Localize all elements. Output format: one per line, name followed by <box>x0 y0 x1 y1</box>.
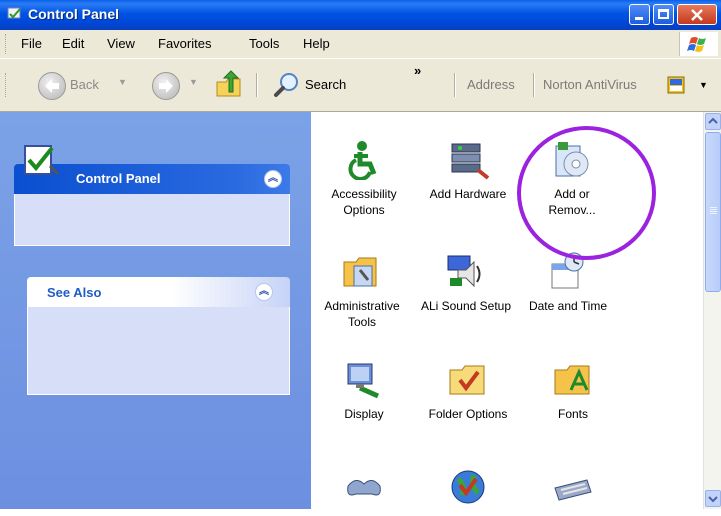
internet-options-icon <box>446 465 490 505</box>
title-bar[interactable]: Control Panel <box>0 0 721 30</box>
task-pane: Control Panel ︽ See Also ︽ <box>0 112 311 509</box>
back-button[interactable] <box>38 72 66 100</box>
control-panel-section-title: Control Panel <box>76 171 161 186</box>
scroll-up-button[interactable] <box>705 113 721 130</box>
toolbar: Back ▼ ▼ Search » Address Norton AntiVir… <box>0 59 721 112</box>
chevron-up-icon <box>708 117 718 124</box>
toolbar-grip <box>5 73 9 97</box>
forward-arrow-icon <box>159 79 173 93</box>
control-panel-item[interactable] <box>316 470 412 516</box>
back-dropdown-icon[interactable]: ▼ <box>118 77 127 87</box>
maximize-button[interactable] <box>653 4 674 25</box>
search-icon <box>274 73 298 97</box>
window-title: Control Panel <box>28 6 120 22</box>
norton-icon <box>667 76 685 94</box>
see-also-section-header[interactable]: See Also ︽ <box>27 277 290 307</box>
menu-tools[interactable]: Tools <box>249 36 279 51</box>
administrative-tools-icon <box>340 252 384 292</box>
menu-grip <box>5 34 9 54</box>
see-also-section-body <box>27 307 290 395</box>
toolbar-overflow-chevron[interactable]: » <box>414 63 421 78</box>
menu-view[interactable]: View <box>107 36 135 51</box>
item-label: Date and Time <box>528 299 608 313</box>
item-label: Fonts <box>557 407 588 421</box>
control-panel-item[interactable]: Add or Remov... <box>536 140 608 218</box>
control-panel-item[interactable]: Administrative Tools <box>314 252 410 330</box>
menu-file[interactable]: File <box>21 36 42 51</box>
scroll-thumb[interactable] <box>705 132 721 292</box>
control-panel-item[interactable]: Add Hardware <box>420 140 516 202</box>
keyboard-icon <box>551 470 595 510</box>
item-label: Add Hardware <box>429 187 507 201</box>
control-panel-item[interactable] <box>525 470 621 516</box>
norton-antivirus-button[interactable] <box>667 76 685 94</box>
item-label: Display <box>344 407 384 421</box>
item-label: Administrative Tools <box>324 299 400 329</box>
menu-help[interactable]: Help <box>303 36 330 51</box>
control-panel-item[interactable]: Display <box>316 360 412 422</box>
minimize-button[interactable] <box>629 4 650 25</box>
control-panel-item[interactable]: ALi Sound Setup <box>418 252 514 314</box>
control-panel-section-body <box>14 194 290 246</box>
back-label[interactable]: Back <box>70 77 99 92</box>
scroll-down-button[interactable] <box>705 490 721 507</box>
vertical-scrollbar[interactable] <box>703 112 721 509</box>
accessibility-icon <box>342 140 386 181</box>
control-panel-item[interactable]: Folder Options <box>420 360 516 422</box>
control-panel-checklist-icon <box>24 145 60 176</box>
date-time-icon <box>546 252 590 292</box>
collapse-chevron-icon[interactable]: ︽ <box>264 170 282 188</box>
add-hardware-icon <box>446 140 490 180</box>
collapse-chevron-icon[interactable]: ︽ <box>255 283 273 301</box>
control-panel-item[interactable] <box>420 465 516 511</box>
forward-dropdown-icon[interactable]: ▼ <box>189 77 198 87</box>
chevron-down-icon <box>708 496 718 503</box>
add-remove-programs-icon <box>550 140 594 180</box>
fonts-icon <box>551 360 595 400</box>
item-label: ALi Sound Setup <box>420 299 512 313</box>
item-label: Folder Options <box>428 407 508 421</box>
display-icon <box>342 360 386 400</box>
control-panel-item[interactable]: Date and Time <box>520 252 616 314</box>
control-panel-item[interactable]: Fonts <box>525 360 621 422</box>
game-controllers-icon <box>342 470 386 510</box>
norton-antivirus-label[interactable]: Norton AntiVirus <box>543 77 637 92</box>
menu-favorites[interactable]: Favorites <box>158 36 211 51</box>
address-label[interactable]: Address <box>467 77 515 92</box>
up-folder-icon <box>216 70 241 97</box>
close-icon <box>691 9 703 21</box>
menu-bar: File Edit View Favorites Tools Help <box>0 30 721 59</box>
search-button[interactable] <box>273 71 301 99</box>
up-folder-button[interactable] <box>214 70 244 100</box>
item-label: Accessibility Options <box>331 187 397 217</box>
back-arrow-icon <box>45 79 59 93</box>
search-label[interactable]: Search <box>305 77 346 92</box>
norton-dropdown-icon[interactable]: ▼ <box>699 80 708 90</box>
control-panel-icon <box>7 7 21 19</box>
windows-flag-logo <box>679 32 718 56</box>
forward-button[interactable] <box>152 72 180 100</box>
see-also-title: See Also <box>47 285 102 300</box>
folder-options-icon <box>446 360 490 400</box>
sound-setup-icon <box>444 252 488 292</box>
control-panel-item[interactable]: Accessibility Options <box>316 140 412 218</box>
menu-edit[interactable]: Edit <box>62 36 84 51</box>
close-button[interactable] <box>677 4 717 25</box>
item-label: Add or Remov... <box>548 187 596 217</box>
